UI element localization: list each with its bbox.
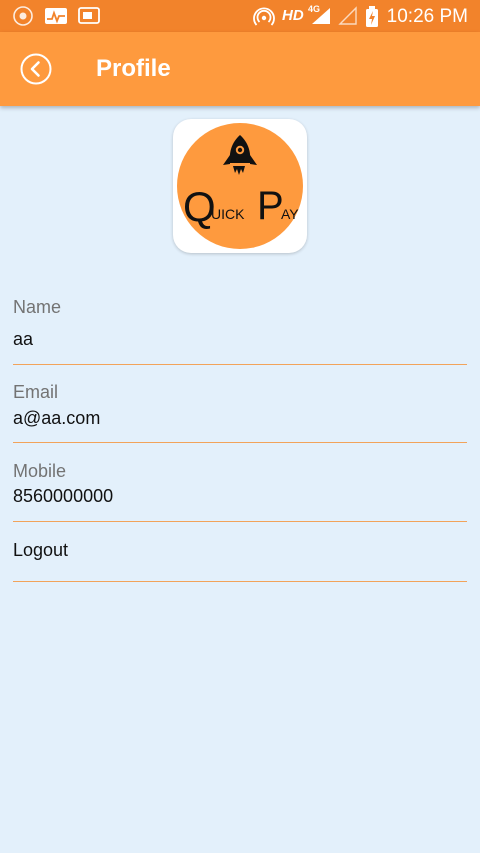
page-title: Profile: [96, 55, 171, 82]
name-value: aa: [13, 329, 34, 349]
mobile-field[interactable]: Mobile 8560000000: [13, 457, 467, 522]
network-label: HD: [282, 7, 304, 24]
battery-charging-icon: [366, 6, 378, 27]
app-bar: Profile: [0, 32, 480, 106]
app-logo: Q UICK P AY: [173, 119, 307, 253]
name-label: Name: [13, 297, 62, 317]
logo-letter-p: P: [257, 184, 284, 228]
chrome-icon: [13, 6, 33, 26]
signal-icon: [312, 8, 330, 24]
status-time: 10:26 PM: [386, 6, 468, 27]
back-button[interactable]: [20, 53, 52, 85]
logout-label: Logout: [13, 540, 69, 560]
name-field[interactable]: Name aa: [13, 292, 467, 365]
email-value: a@aa.com: [13, 408, 101, 428]
logo-text-uick: UICK: [211, 206, 245, 222]
status-bar: HD 4G 10:26 PM: [0, 0, 480, 32]
logout-button[interactable]: Logout: [13, 528, 467, 582]
email-field[interactable]: Email a@aa.com: [13, 378, 467, 443]
screen-cast-icon: [78, 7, 100, 24]
logo-text-ay: AY: [281, 206, 299, 222]
activity-icon: [45, 8, 67, 24]
hotspot-icon: [253, 7, 275, 26]
email-label: Email: [13, 382, 59, 402]
chevron-left-circle-icon: [20, 53, 52, 85]
mobile-label: Mobile: [13, 461, 67, 481]
mobile-value: 8560000000: [13, 486, 114, 506]
no-signal-icon: [338, 6, 357, 25]
